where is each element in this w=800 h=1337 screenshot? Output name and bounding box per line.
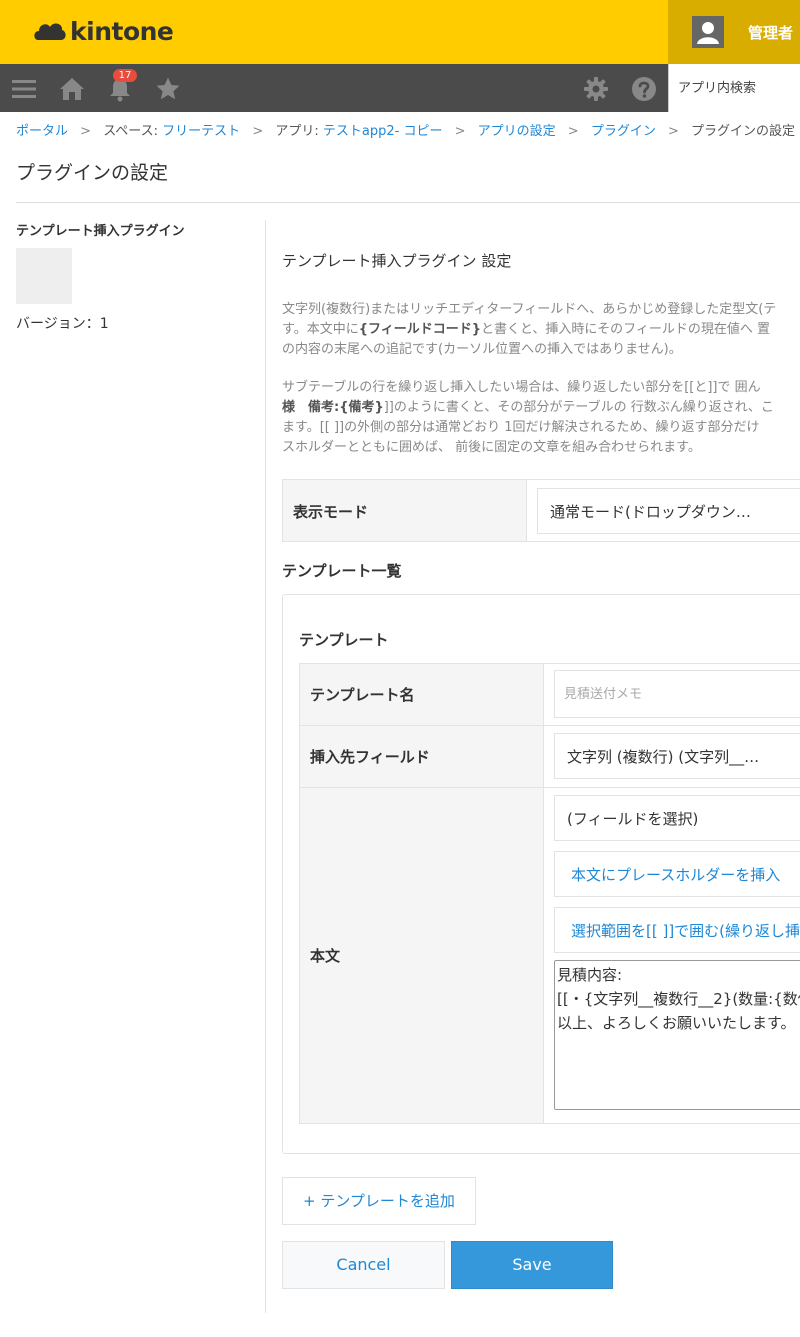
breadcrumb-separator: >	[454, 124, 466, 139]
display-mode-select[interactable]: 通常モード(ドロップダウン…	[537, 488, 800, 534]
insert-placeholder-button[interactable]: 本文にプレースホルダーを挿入	[554, 851, 800, 897]
user-menu[interactable]: 管理者	[668, 0, 800, 64]
body-line: 以上、よろしくお願いいたします。	[557, 1014, 796, 1032]
breadcrumb-separator: >	[80, 124, 92, 139]
gear-icon[interactable]	[583, 76, 609, 102]
breadcrumb-plugins[interactable]: プラグイン	[591, 124, 656, 139]
breadcrumb-separator: >	[252, 124, 264, 139]
kintone-logo[interactable]: kintone	[34, 17, 174, 46]
breadcrumb-app[interactable]: テストapp2- コピー	[323, 124, 443, 139]
body-line: 見積内容:	[557, 966, 623, 984]
template-heading: テンプレート	[299, 631, 389, 649]
settings-title: テンプレート挿入プラグイン 設定	[282, 252, 512, 270]
app-header: kintone 管理者	[0, 0, 800, 64]
template-body-textarea[interactable]: 見積内容: [[・{文字列__複数行__2}(数量:{数値 以上、よろしくお願い…	[554, 960, 800, 1110]
add-template-button[interactable]: + テンプレートを追加	[282, 1177, 476, 1225]
plugin-icon	[16, 248, 72, 304]
menu-icon[interactable]	[11, 76, 37, 102]
cloud-logo-icon	[34, 22, 66, 40]
description-line: サブテーブルの行を繰り返し挿入したい場合は、繰り返したい部分を[[と]]で 囲ん	[282, 380, 761, 395]
template-name-label: テンプレート名	[300, 664, 544, 725]
breadcrumb-app-prefix: アプリ:	[275, 124, 323, 139]
display-mode-label: 表示モード	[283, 480, 527, 541]
breadcrumb-separator: >	[567, 124, 579, 139]
body-line: [[・{文字列__複数行__2}(数量:{数値	[557, 990, 800, 1008]
app-search-input[interactable]	[669, 64, 800, 112]
divider	[16, 202, 800, 203]
description-1: 文字列(複数行)またはリッチエディターフィールドへ、あらかじめ登録した定型文(テ…	[282, 300, 800, 360]
user-avatar-icon	[692, 16, 724, 48]
wrap-repeat-button[interactable]: 選択範囲を[[ ]]で囲む(繰り返し挿	[554, 907, 800, 953]
template-name-input[interactable]	[554, 670, 800, 718]
home-icon[interactable]	[59, 76, 85, 102]
plugin-version: バージョン：1	[16, 316, 109, 332]
description-line: 文字列(複数行)またはリッチエディターフィールドへ、あらかじめ登録した定型文(テ	[282, 302, 777, 317]
star-icon[interactable]	[155, 76, 181, 102]
description-line: す。本文中に{フィールドコード}と書くと、挿入時にそのフィールドの現在値へ 置	[282, 322, 771, 337]
target-field-select[interactable]: 文字列 (複数行) (文字列__…	[554, 733, 800, 779]
description-line: 様 備考:{備考}]]のように書くと、その部分がテーブルの 行数ぶん繰り返され、…	[282, 400, 774, 415]
description-line: の内容の末尾への追記です(カーソル位置への挿入ではありません)。	[282, 342, 682, 357]
page-title: プラグインの設定	[16, 162, 169, 184]
column-divider	[265, 220, 266, 1313]
breadcrumb-separator: >	[668, 124, 679, 139]
notification-badge: 17	[113, 69, 137, 82]
user-name: 管理者	[748, 24, 794, 42]
plugin-name: テンプレート挿入プラグイン	[16, 224, 185, 239]
breadcrumb: ポータル > スペース: フリーテスト > アプリ: テストapp2- コピー …	[16, 120, 795, 139]
placeholder-field-select[interactable]: (フィールドを選択)	[554, 795, 800, 841]
target-field-label: 挿入先フィールド	[300, 726, 544, 787]
help-icon[interactable]	[631, 76, 657, 102]
logo-text: kintone	[70, 17, 174, 46]
breadcrumb-current: プラグインの設定	[691, 124, 796, 139]
cancel-button[interactable]: Cancel	[282, 1241, 445, 1289]
breadcrumb-portal[interactable]: ポータル	[16, 124, 68, 139]
template-list-title: テンプレート一覧	[282, 562, 402, 580]
breadcrumb-space-prefix: スペース:	[103, 124, 163, 139]
description-2: サブテーブルの行を繰り返し挿入したい場合は、繰り返したい部分を[[と]]で 囲ん…	[282, 378, 800, 458]
body-label: 本文	[300, 788, 544, 1123]
app-search	[668, 64, 800, 112]
breadcrumb-space[interactable]: フリーテスト	[162, 124, 240, 139]
save-button[interactable]: Save	[451, 1241, 613, 1289]
description-line: スホルダーとともに囲めば、 前後に固定の文章を組み合わせられます。	[282, 440, 701, 455]
description-line: ます。[[ ]]の外側の部分は通常どおり 1回だけ解決されるため、繰り返す部分だ…	[282, 420, 760, 435]
breadcrumb-app-settings[interactable]: アプリの設定	[478, 124, 556, 139]
global-nav: 17	[0, 64, 800, 112]
